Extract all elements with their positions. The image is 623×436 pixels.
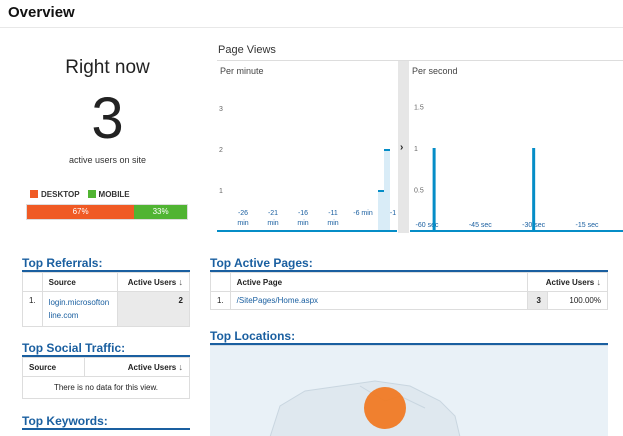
top-bar: Overview	[0, 0, 623, 28]
device-share-bar: 67% 33%	[26, 204, 188, 220]
social-users-header-label: Active Users	[127, 363, 177, 372]
page-path-link[interactable]: /SitePages/Home.aspx	[237, 296, 318, 305]
referrals-source-header[interactable]: Source	[41, 272, 118, 292]
per-minute-x-tick: -21	[268, 210, 278, 217]
arrow-down-icon: ↓	[596, 277, 602, 287]
referrals-users-header-label: Active Users	[127, 278, 177, 287]
per-minute-x-tick: -1	[390, 210, 396, 217]
referral-users: 2	[116, 291, 191, 327]
legend-desktop-label: DESKTOP	[41, 190, 80, 199]
per-minute-bar-bg	[378, 190, 384, 231]
top-referrals-title: Top Referrals:	[22, 256, 103, 270]
per-minute-x-tick-unit: min	[267, 220, 278, 227]
legend-swatch-mobile	[87, 190, 96, 198]
page-views-chart: Per minute 3 2 1 -26 min -21 min -16 min -11 min -6 …	[217, 60, 623, 233]
per-second-y-tick: 1.5	[414, 105, 424, 112]
page-views-svg: Per minute321-26min-21min-16min-11min-6 …	[217, 61, 623, 233]
per-minute-y-tick: 2	[219, 147, 223, 154]
per-minute-y-tick: 3	[219, 106, 223, 113]
per-minute-x-tick-unit: min	[297, 220, 308, 227]
page-users: 3	[527, 291, 548, 310]
per-minute-bar-bg	[384, 149, 390, 231]
map-svg	[269, 380, 461, 436]
per-minute-bar	[378, 190, 384, 192]
pages-page-header[interactable]: Active Page	[229, 272, 529, 292]
legend-desktop: DESKTOP	[30, 190, 80, 199]
active-users-count: 3	[91, 86, 124, 151]
per-minute-x-tick: -11	[328, 210, 338, 217]
referral-source-cell: login.microsoftonline.com	[41, 291, 118, 327]
active-users-label: active users on site	[68, 155, 147, 165]
top-keywords-underline	[22, 428, 190, 430]
per-second-bar	[432, 148, 436, 231]
per-second-bar	[532, 148, 536, 231]
per-second-y-tick: 1	[414, 146, 418, 153]
per-minute-label: Per minute	[220, 66, 264, 76]
arrow-down-icon: ↓	[178, 277, 184, 287]
referral-index: 1.	[22, 291, 43, 327]
page-index: 1.	[210, 291, 231, 310]
top-locations-title: Top Locations:	[210, 329, 296, 343]
top-social-table: Source Active Users ↓ There is no data f…	[22, 357, 191, 399]
device-legend: DESKTOP MOBILE	[30, 190, 130, 199]
page-path-cell: /SitePages/Home.aspx	[229, 291, 529, 310]
per-second-x-tick: -45 sec	[469, 222, 492, 229]
referrals-users-header[interactable]: Active Users ↓	[116, 272, 191, 292]
top-keywords-title: Top Keywords:	[22, 414, 108, 428]
per-second-label: Per second	[412, 66, 458, 76]
legend-swatch-desktop	[30, 190, 38, 198]
location-marker	[364, 387, 406, 429]
chevron-right-icon: ›	[400, 142, 403, 153]
right-now-widget: Right now 3 active users on site	[10, 55, 205, 165]
per-minute-x-tick: -16	[298, 210, 308, 217]
page-views-title: Page Views	[218, 44, 276, 56]
social-empty-message: There is no data for this view.	[22, 376, 190, 399]
per-second-y-tick: 0.5	[414, 188, 424, 195]
per-minute-x-tick-unit: min	[327, 220, 338, 227]
top-active-pages-title: Top Active Pages:	[210, 256, 313, 270]
pages-index-header	[210, 272, 231, 292]
referrals-index-header	[22, 272, 43, 292]
table-row: 1. login.microsoftonline.com 2	[22, 291, 191, 327]
page-users-pct: 100.00%	[547, 291, 608, 310]
right-now-title: Right now	[65, 57, 150, 78]
table-row: 1. /SitePages/Home.aspx 3 100.00%	[210, 291, 608, 310]
legend-mobile-label: MOBILE	[98, 190, 130, 199]
per-second-x-tick: -15 sec	[576, 222, 599, 229]
locations-map[interactable]	[210, 345, 608, 436]
desktop-share-segment: 67%	[27, 205, 135, 219]
page-title: Overview	[8, 4, 75, 21]
per-minute-x-tick: -6 min	[353, 210, 373, 217]
top-active-pages-table: Active Page Active Users ↓ 1. /SitePages…	[210, 272, 608, 310]
referral-source-link[interactable]: login.microsoftonline.com	[49, 298, 109, 320]
top-referrals-table: Source Active Users ↓ 1. login.microsoft…	[22, 272, 191, 327]
per-minute-x-tick-unit: min	[237, 220, 248, 227]
top-social-title: Top Social Traffic:	[22, 341, 126, 355]
arrow-down-icon: ↓	[178, 362, 184, 372]
social-users-header[interactable]: Active Users ↓	[83, 357, 191, 377]
legend-mobile: MOBILE	[87, 190, 130, 199]
social-source-header[interactable]: Source	[22, 357, 85, 377]
per-minute-bar	[384, 149, 390, 151]
mobile-share-segment: 33%	[134, 205, 187, 219]
pages-users-header[interactable]: Active Users ↓	[527, 272, 608, 292]
per-minute-x-tick: -26	[238, 210, 248, 217]
pages-users-header-label: Active Users	[545, 278, 595, 287]
per-minute-y-tick: 1	[219, 188, 223, 195]
